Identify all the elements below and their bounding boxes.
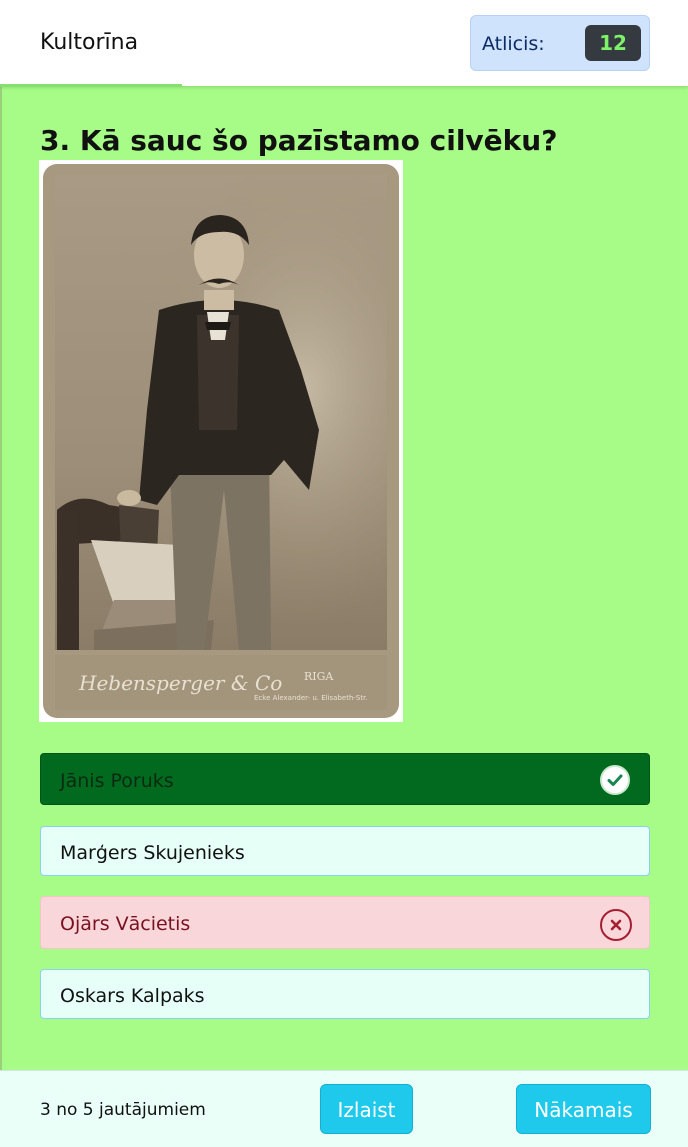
footer-bar: 3 no 5 jautājumiem Izlaist Nākamais xyxy=(0,1070,688,1147)
answer-label: Jānis Poruks xyxy=(60,770,174,792)
photo-imprint-city: RIGA xyxy=(304,670,334,683)
answer-option-4[interactable]: Oskars Kalpaks xyxy=(40,969,650,1019)
skip-button[interactable]: Izlaist xyxy=(320,1084,413,1134)
answer-option-2[interactable]: Marģers Skujenieks xyxy=(40,826,650,876)
answer-label: Oskars Kalpaks xyxy=(60,985,205,1007)
top-navbar: Kultorīna Atlicis: 12 xyxy=(0,0,688,87)
answer-label: Ojārs Vācietis xyxy=(60,913,191,935)
question-title: 3. Kā sauc šo pazīstamo cilvēku? xyxy=(40,124,558,157)
answer-label: Marģers Skujenieks xyxy=(60,842,245,864)
timer-value-badge: 12 xyxy=(585,25,641,61)
photo-imprint-left: Hebensperger & Co xyxy=(78,671,282,695)
answer-option-3[interactable]: Ojārs Vācietis xyxy=(40,896,650,949)
timer-label: Atlicis: xyxy=(482,33,545,55)
photo-imprint-right: Ecke Alexander- u. Elisabeth-Str. xyxy=(254,694,368,702)
question-progress: 3 no 5 jautājumiem xyxy=(40,1100,206,1120)
active-tab-underline xyxy=(0,84,182,87)
x-circle-icon xyxy=(600,909,632,941)
question-photo: Hebensperger & Co RIGA Ecke Alexander- u… xyxy=(39,160,403,722)
brand-title[interactable]: Kultorīna xyxy=(40,30,138,55)
check-circle-icon xyxy=(600,765,630,795)
next-button[interactable]: Nākamais xyxy=(516,1084,651,1134)
left-border xyxy=(0,86,2,1070)
answer-option-1[interactable]: Jānis Poruks xyxy=(40,753,650,805)
timer-box: Atlicis: 12 xyxy=(470,15,650,71)
